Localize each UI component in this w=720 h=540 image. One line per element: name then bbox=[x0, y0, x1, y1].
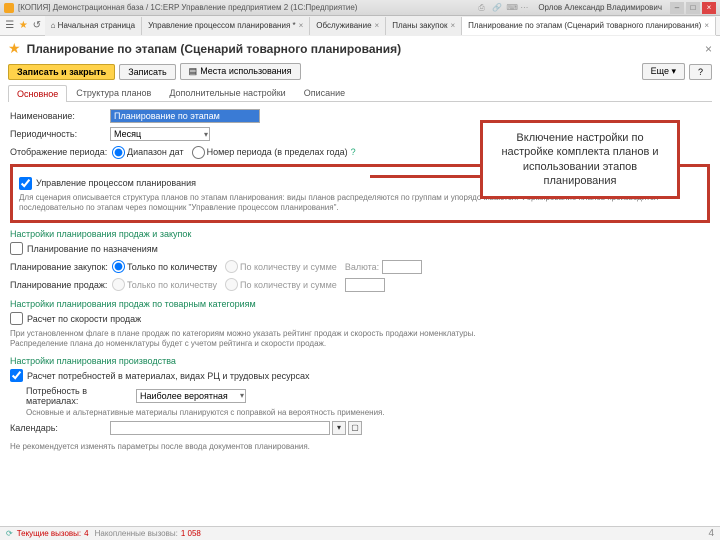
slide-number: 4 bbox=[708, 528, 714, 539]
page-tabs: Основное Структура планов Дополнительные… bbox=[8, 84, 712, 102]
mat-need-select[interactable] bbox=[136, 389, 246, 403]
more-icon[interactable]: ⋯ bbox=[520, 3, 530, 13]
window-titlebar: [КОПИЯ] Демонстрационная база / 1С:ERP У… bbox=[0, 0, 720, 16]
print-icon[interactable]: ⎙ bbox=[478, 3, 488, 13]
chevron-down-icon[interactable]: ▾ bbox=[204, 130, 208, 139]
section-production: Настройки планирования производства bbox=[10, 356, 710, 366]
calendar-dropdown-icon[interactable]: ▾ bbox=[332, 421, 346, 435]
maximize-button[interactable]: □ bbox=[686, 2, 700, 14]
sales-qtysum-radio bbox=[225, 278, 238, 291]
app-icon bbox=[4, 3, 14, 13]
link-icon[interactable]: 🔗 bbox=[492, 3, 502, 13]
materials-label: Расчет потребностей в материалах, видах … bbox=[27, 371, 310, 381]
minimize-button[interactable]: – bbox=[670, 2, 684, 14]
purchase-currency bbox=[382, 260, 422, 274]
usage-button[interactable]: ▤Места использования bbox=[180, 63, 301, 80]
hint-icon[interactable]: ? bbox=[351, 147, 356, 157]
tab-planning-process[interactable]: Управление процессом планирования *× bbox=[142, 17, 310, 35]
pagetab-structure[interactable]: Структура планов bbox=[67, 84, 160, 101]
plan-by-assign-label: Планирование по назначениям bbox=[27, 244, 158, 254]
current-calls-label: Текущие вызовы: bbox=[17, 529, 81, 538]
speed-desc: При установленном флаге в плане продаж п… bbox=[10, 329, 710, 350]
plan-sales-label: Планирование продаж: bbox=[10, 280, 110, 290]
help-button[interactable]: ? bbox=[689, 64, 712, 80]
period-select[interactable] bbox=[110, 127, 210, 141]
refresh-icon[interactable]: ⟳ bbox=[6, 529, 13, 538]
page-title: Планирование по этапам (Сценарий товарно… bbox=[27, 42, 699, 56]
list-icon: ▤ bbox=[189, 66, 198, 76]
pagetab-main[interactable]: Основное bbox=[8, 85, 67, 102]
sales-currency bbox=[345, 278, 385, 292]
current-calls-value: 4 bbox=[84, 529, 88, 538]
save-button[interactable]: Записать bbox=[119, 64, 175, 80]
history-icon[interactable]: ↺ bbox=[31, 19, 43, 33]
tab-service[interactable]: Обслуживание× bbox=[310, 17, 386, 35]
calendar-open-icon[interactable]: ▢ bbox=[348, 421, 362, 435]
display-number-radio[interactable] bbox=[192, 146, 205, 159]
purchase-qty-radio[interactable] bbox=[112, 260, 125, 273]
status-bar: ⟳ Текущие вызовы: 4 Накопленные вызовы: … bbox=[0, 526, 720, 540]
favorites-icon[interactable]: ★ bbox=[18, 19, 30, 33]
app-title: [КОПИЯ] Демонстрационная база / 1С:ERP У… bbox=[18, 3, 357, 12]
acc-calls-label: Накопленные вызовы: bbox=[95, 529, 178, 538]
menu-icon[interactable]: ☰ bbox=[4, 19, 16, 33]
display-label: Отображение периода: bbox=[10, 147, 110, 157]
footer-note: Не рекомендуется изменять параметры посл… bbox=[10, 442, 710, 452]
section-categories: Настройки планирования продаж по товарны… bbox=[10, 299, 710, 309]
save-close-button[interactable]: Записать и закрыть bbox=[8, 64, 115, 80]
annotation-callout: Включение настройки по настройке комплек… bbox=[480, 120, 680, 199]
calc-icon[interactable]: ⌨ bbox=[506, 3, 516, 13]
name-input[interactable] bbox=[110, 109, 260, 123]
chevron-down-icon[interactable]: ▾ bbox=[240, 391, 244, 400]
close-icon[interactable]: × bbox=[450, 21, 455, 30]
close-icon[interactable]: × bbox=[704, 21, 709, 30]
close-icon[interactable]: × bbox=[375, 21, 380, 30]
mat-desc: Основные и альтернативные материалы план… bbox=[10, 408, 710, 418]
mat-need-label: Потребность в материалах: bbox=[26, 386, 136, 406]
process-planning-checkbox[interactable] bbox=[19, 177, 32, 190]
calendar-label: Календарь: bbox=[10, 423, 110, 433]
page-header: ★ Планирование по этапам (Сценарий товар… bbox=[0, 36, 720, 61]
star-icon[interactable]: ★ bbox=[8, 40, 21, 57]
tab-stage-planning[interactable]: Планирование по этапам (Сценарий товарно… bbox=[462, 17, 716, 35]
close-page-icon[interactable]: × bbox=[705, 42, 712, 56]
close-icon[interactable]: × bbox=[299, 21, 304, 30]
home-icon: ⌂ bbox=[51, 21, 56, 30]
more-button[interactable]: Еще ▾ bbox=[642, 63, 685, 80]
acc-calls-value: 1 058 bbox=[181, 529, 201, 538]
section-sales-purchases: Настройки планирования продаж и закупок bbox=[10, 229, 710, 239]
tab-purchase-plans[interactable]: Планы закупок× bbox=[386, 17, 462, 35]
period-label: Периодичность: bbox=[10, 129, 110, 139]
callout-connector bbox=[370, 175, 480, 178]
pagetab-desc[interactable]: Описание bbox=[295, 84, 354, 101]
tab-home[interactable]: ⌂ Начальная страница bbox=[45, 17, 142, 35]
user-name[interactable]: Орлов Александр Владимирович bbox=[538, 3, 662, 12]
materials-checkbox[interactable] bbox=[10, 369, 23, 382]
speed-label: Расчет по скорости продаж bbox=[27, 314, 141, 324]
close-window-button[interactable]: × bbox=[702, 2, 716, 14]
purchase-qtysum-radio bbox=[225, 260, 238, 273]
sales-qty-radio bbox=[112, 278, 125, 291]
speed-checkbox[interactable] bbox=[10, 312, 23, 325]
main-toolbar: ☰ ★ ↺ ⌂ Начальная страница Управление пр… bbox=[0, 16, 720, 36]
pagetab-advanced[interactable]: Дополнительные настройки bbox=[160, 84, 294, 101]
plan-by-assign-checkbox[interactable] bbox=[10, 242, 23, 255]
action-bar: Записать и закрыть Записать ▤Места испол… bbox=[0, 61, 720, 82]
display-range-radio[interactable] bbox=[112, 146, 125, 159]
name-label: Наименование: bbox=[10, 111, 110, 121]
plan-purchase-label: Планирование закупок: bbox=[10, 262, 110, 272]
calendar-input[interactable] bbox=[110, 421, 330, 435]
process-planning-label: Управление процессом планирования bbox=[36, 178, 196, 188]
